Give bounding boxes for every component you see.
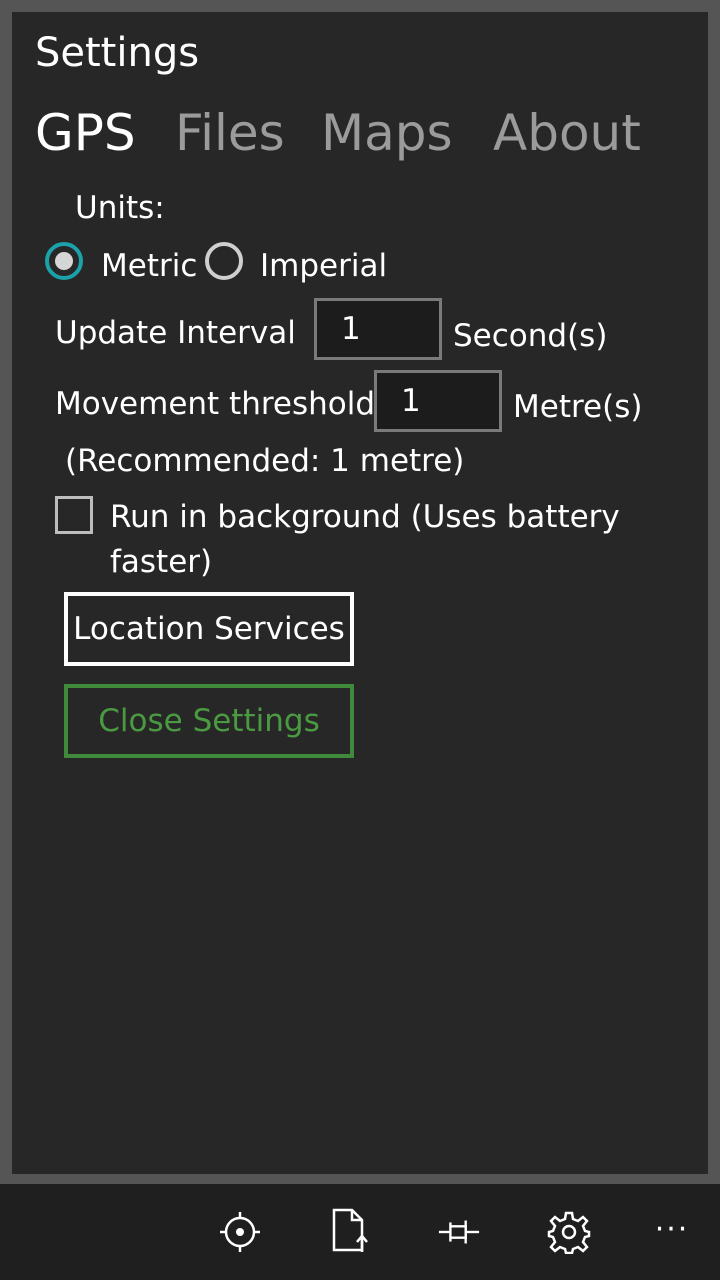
settings-icon[interactable] — [547, 1210, 591, 1254]
run-in-background-label-cont[interactable]: faster) — [110, 544, 212, 580]
units-label: Units: — [75, 190, 165, 226]
tab-files[interactable]: Files — [175, 104, 285, 162]
movement-threshold-input[interactable]: 1 — [374, 370, 502, 432]
recommended-note: (Recommended: 1 metre) — [65, 443, 465, 479]
tab-maps[interactable]: Maps — [321, 104, 453, 162]
movement-threshold-label: Movement threshold — [55, 386, 376, 422]
close-settings-button[interactable]: Close Settings — [64, 684, 354, 758]
pin-icon[interactable] — [437, 1210, 481, 1254]
file-upload-icon[interactable] — [328, 1208, 372, 1252]
metric-radio[interactable] — [45, 242, 83, 280]
movement-threshold-unit: Metre(s) — [513, 389, 643, 425]
radio-selected-dot — [55, 252, 73, 270]
update-interval-label: Update Interval — [55, 315, 296, 351]
more-options-button[interactable]: ··· — [650, 1212, 694, 1252]
update-interval-input[interactable]: 1 — [314, 298, 442, 360]
imperial-label[interactable]: Imperial — [260, 248, 387, 284]
location-services-button[interactable]: Location Services — [64, 592, 354, 666]
imperial-radio[interactable] — [205, 242, 243, 280]
page-title: Settings — [35, 30, 200, 76]
locate-icon[interactable] — [218, 1210, 262, 1254]
run-in-background-checkbox[interactable] — [55, 496, 93, 534]
update-interval-unit: Second(s) — [453, 318, 608, 354]
metric-label[interactable]: Metric — [101, 248, 197, 284]
tab-gps[interactable]: GPS — [35, 104, 136, 162]
tab-about[interactable]: About — [493, 104, 641, 162]
run-in-background-label[interactable]: Run in background (Uses battery — [110, 499, 620, 535]
